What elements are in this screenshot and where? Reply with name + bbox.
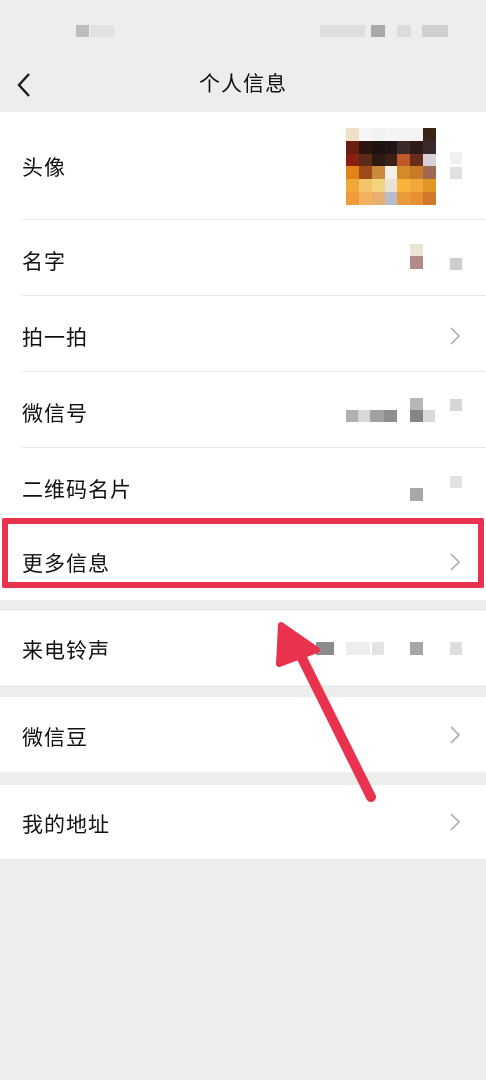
- annotation-arrow-icon: [276, 622, 376, 802]
